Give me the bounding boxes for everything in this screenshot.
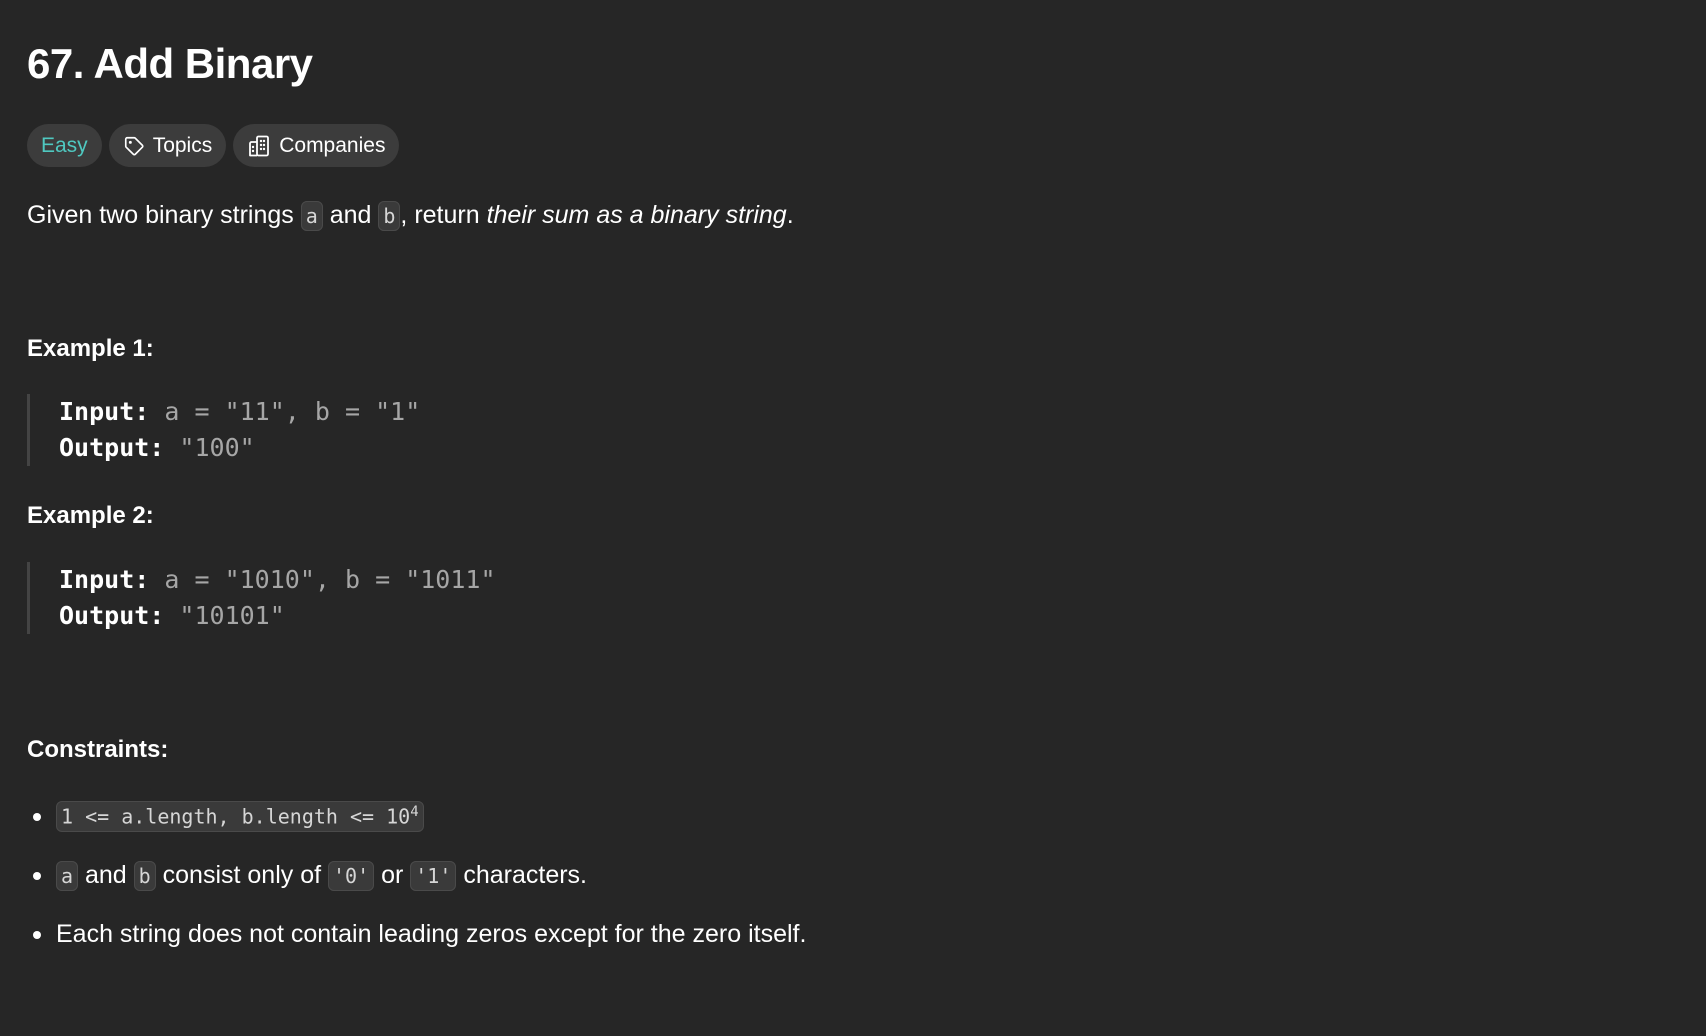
constraint-length-text: 1 <= a.length, b.length <= 10: [61, 804, 411, 829]
constraint-item: Each string does not contain leading zer…: [27, 905, 806, 964]
constraint-chars: a and b consist only of '0' or '1' chara…: [56, 861, 587, 891]
input-value: a = "1010", b = "1011": [164, 565, 496, 594]
constraint-exponent: 4: [410, 804, 419, 821]
problem-title[interactable]: 67. Add Binary: [27, 40, 313, 88]
inline-code-one: '1': [410, 861, 457, 891]
statement-emphasis: their sum as a binary string: [486, 201, 787, 229]
inline-code-zero: '0': [328, 861, 375, 891]
companies-label: Companies: [279, 133, 386, 157]
output-value: "100": [179, 433, 255, 462]
tag-icon: [123, 135, 145, 157]
difficulty-badge: Easy: [27, 124, 102, 167]
building-icon: [247, 134, 271, 158]
output-label: Output:: [59, 433, 165, 462]
output-value: "10101": [179, 601, 285, 630]
constraint-text: consist only of: [155, 861, 329, 889]
constraint-text: characters.: [456, 861, 587, 889]
inline-code-b: b: [378, 201, 401, 231]
example-1-block: Input: a = "11", b = "1" Output: "100": [27, 394, 420, 466]
statement-text: .: [786, 201, 794, 229]
example-1-output: Output: "100": [59, 430, 420, 466]
inline-code-a: a: [56, 861, 79, 891]
constraint-item: a and b consist only of '0' or '1' chara…: [27, 846, 806, 905]
example-2-output: Output: "10101": [59, 598, 496, 634]
example-2-title: Example 2:: [27, 502, 154, 529]
problem-description-panel: 67. Add Binary Easy Topics Companies Giv…: [0, 0, 1706, 1036]
statement-text: Given two binary strings: [27, 201, 301, 229]
constraint-text: and: [78, 861, 134, 889]
inline-code-a: a: [300, 201, 323, 231]
constraint-item: 1 <= a.length, b.length <= 104: [27, 787, 806, 846]
inline-code-b: b: [133, 861, 156, 891]
constraint-text: or: [374, 861, 411, 889]
constraints-list: 1 <= a.length, b.length <= 104 a and b c…: [27, 787, 806, 964]
topics-label: Topics: [152, 133, 213, 157]
topics-button[interactable]: Topics: [108, 124, 227, 167]
example-2-input: Input: a = "1010", b = "1011": [59, 562, 496, 598]
example-1-title: Example 1:: [27, 335, 154, 362]
constraints-title: Constraints:: [27, 736, 169, 763]
companies-button[interactable]: Companies: [233, 124, 400, 167]
example-2-block: Input: a = "1010", b = "1011" Output: "1…: [27, 562, 496, 634]
problem-tags: Easy Topics Companies: [27, 124, 400, 167]
constraint-leading-zeros: Each string does not contain leading zer…: [56, 920, 807, 948]
problem-statement: Given two binary strings a and b, return…: [27, 197, 794, 234]
statement-text: , return: [400, 201, 487, 229]
input-label: Input:: [59, 565, 150, 594]
input-value: a = "11", b = "1": [164, 397, 421, 426]
output-label: Output:: [59, 601, 165, 630]
input-label: Input:: [59, 397, 150, 426]
example-1-input: Input: a = "11", b = "1": [59, 394, 420, 430]
statement-text: and: [322, 201, 379, 229]
constraint-length-code: 1 <= a.length, b.length <= 104: [56, 801, 424, 832]
